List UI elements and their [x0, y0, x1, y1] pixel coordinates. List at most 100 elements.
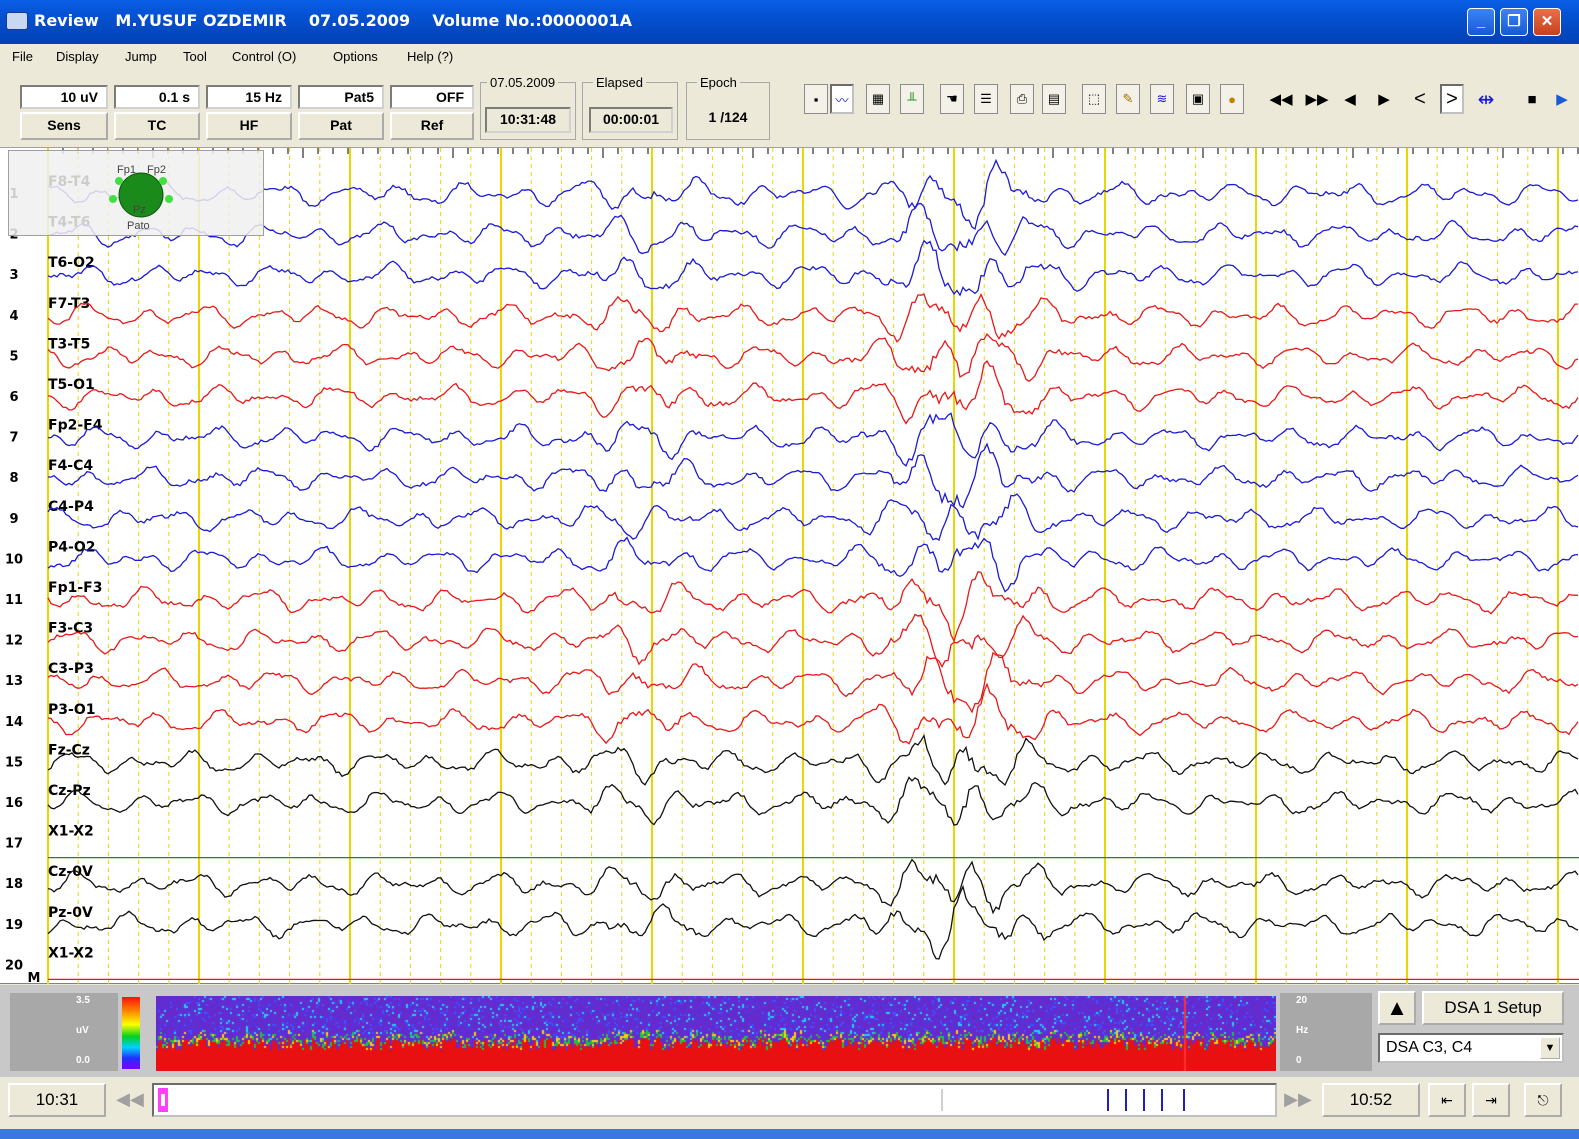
channel-label[interactable]: X1-X2 — [48, 824, 94, 840]
menu-help[interactable]: Help (?) — [407, 49, 453, 64]
spectrum-icon[interactable]: ╨ — [900, 84, 924, 114]
page-back-button[interactable]: < — [1408, 84, 1432, 114]
dsa-panel: 3.5 uV 0.0 20 Hz 0 ▲ DSA 1 Setup DSA C3,… — [0, 985, 1579, 1077]
page-forward-button[interactable]: > — [1440, 84, 1464, 114]
stop-button[interactable]: ■ — [1520, 84, 1544, 114]
marker-row-label: M — [28, 971, 41, 984]
ref-button[interactable]: Ref — [390, 112, 474, 140]
electrode-head-map[interactable]: Fp1 Fp2 Pz Pato — [8, 150, 264, 236]
eeg-traces-svg: 1F8-T42T4-T63T6-O24F7-T35T3-T56T5-O17Fp2… — [5, 148, 1579, 984]
channel-number: 9 — [9, 512, 18, 527]
dsa-setup-button[interactable]: DSA 1 Setup — [1422, 991, 1564, 1025]
electrode-dot — [165, 195, 173, 203]
chevron-down-icon[interactable]: ▼ — [1540, 1037, 1560, 1059]
channel-label[interactable]: X1-X2 — [48, 945, 94, 961]
fast-forward-button[interactable]: ▶▶ — [1300, 84, 1334, 114]
pat-button[interactable]: Pat — [298, 112, 384, 140]
channel-label[interactable]: Cz-Pz — [48, 783, 91, 799]
eeg-trace — [47, 158, 1579, 231]
channel-label[interactable]: P4-O2 — [48, 539, 95, 555]
step-forward-button[interactable]: ▶ — [1372, 84, 1396, 114]
channel-label[interactable]: P3-O1 — [48, 702, 95, 718]
dsa-collapse-button[interactable]: ▲ — [1378, 991, 1416, 1025]
hf-button[interactable]: HF — [206, 112, 292, 140]
tc-button[interactable]: TC — [114, 112, 200, 140]
channel-label[interactable]: T3-T5 — [48, 336, 90, 352]
channel-number: 10 — [5, 552, 23, 567]
maximize-button[interactable]: ❐ — [1500, 8, 1528, 36]
sens-button[interactable]: Sens — [20, 112, 108, 140]
channel-label[interactable]: Pz-0V — [48, 905, 93, 921]
channel-label[interactable]: T5-O1 — [48, 377, 95, 393]
timeline-scrollbar[interactable] — [152, 1083, 1277, 1117]
step-back-button[interactable]: ◀ — [1338, 84, 1362, 114]
menu-jump[interactable]: Jump — [125, 49, 157, 64]
pen-mark-icon[interactable]: ✎ — [1116, 84, 1140, 114]
print-icon[interactable]: ⎙ — [1010, 84, 1034, 114]
tc-value[interactable]: 0.1 s — [114, 85, 200, 109]
prev-segment-button[interactable]: ◀◀ — [112, 1083, 148, 1117]
title-bar: Review M.YUSUF OZDEMIR 07.05.2009 Volume… — [0, 0, 1579, 44]
select-region-icon[interactable]: ⬚ — [1082, 84, 1106, 114]
hand-pointer-icon[interactable]: ☚ — [940, 84, 964, 114]
channel-label[interactable]: C4-P4 — [48, 499, 94, 515]
channel-number: 4 — [9, 309, 18, 324]
taskbar-edge — [0, 1129, 1579, 1139]
menu-tool[interactable]: Tool — [183, 49, 207, 64]
report-icon[interactable]: ▣ — [1186, 84, 1210, 114]
menu-options[interactable]: Options — [333, 49, 378, 64]
channel-label[interactable]: Fp1-F3 — [48, 580, 102, 596]
epoch-group: Epoch 1 /124 — [686, 75, 770, 140]
channel-label[interactable]: Fz-Cz — [48, 742, 90, 758]
exit-review-icon[interactable]: ⎋ — [1524, 1083, 1562, 1117]
go-to-end-icon[interactable]: ⇥ — [1472, 1083, 1510, 1117]
channel-number: 6 — [9, 390, 18, 405]
menu-display[interactable]: Display — [56, 49, 99, 64]
rewind-button[interactable]: ◀◀ — [1264, 84, 1298, 114]
head-label-fp1: Fp1 — [117, 164, 136, 176]
pat-value[interactable]: Pat5 — [298, 85, 384, 109]
channel-number: 20 — [5, 958, 23, 973]
eeg-trace — [47, 333, 1579, 383]
dsa-hz-bottom: 0 — [1296, 1055, 1302, 1066]
channel-number: 5 — [9, 349, 18, 364]
epoch-label: Epoch — [697, 75, 740, 90]
close-button[interactable]: ✕ — [1533, 8, 1561, 36]
channel-number: 18 — [5, 877, 23, 892]
channel-number: 13 — [5, 674, 23, 689]
play-button[interactable]: ▶ — [1552, 84, 1572, 114]
eeg-trace-area[interactable]: 1F8-T42T4-T63T6-O24F7-T35T3-T56T5-O17Fp2… — [0, 148, 1579, 984]
dsa-spectrogram[interactable] — [156, 996, 1276, 1071]
next-segment-button[interactable]: ▶▶ — [1280, 1083, 1316, 1117]
start-time-button[interactable]: 10:31 — [8, 1083, 106, 1117]
export-icon[interactable]: ▤ — [1042, 84, 1066, 114]
dsa-channel-value: DSA C3, C4 — [1386, 1039, 1473, 1056]
waveform-icon[interactable]: 〰 — [830, 84, 854, 114]
channel-number: 3 — [9, 268, 18, 283]
filter-wave-icon[interactable]: ≋ — [1150, 84, 1174, 114]
electrode-dot — [115, 177, 123, 185]
menu-file[interactable]: File — [12, 49, 33, 64]
dsa-hz-top: 20 — [1296, 995, 1308, 1006]
ref-value[interactable]: OFF — [390, 85, 474, 109]
end-time-button[interactable]: 10:52 — [1322, 1083, 1420, 1117]
menu-control[interactable]: Control (O) — [232, 49, 296, 64]
date-label: 07.05.2009 — [487, 75, 559, 90]
clock-time: 10:31:48 — [485, 107, 571, 133]
sens-value[interactable]: 10 uV — [20, 85, 108, 109]
cursor-marker-button[interactable]: ⇹ — [1474, 84, 1498, 114]
head-label-pato: Pato — [127, 220, 150, 232]
minimize-button[interactable]: _ — [1467, 8, 1495, 36]
dsa-channel-select[interactable]: DSA C3, C4 ▼ — [1378, 1033, 1564, 1063]
patient-info-icon[interactable]: ☰ — [974, 84, 998, 114]
channel-label[interactable]: Fp2-F4 — [48, 418, 103, 434]
montage-grid-icon[interactable]: ▦ — [866, 84, 890, 114]
channel-label[interactable]: C3-P3 — [48, 661, 94, 677]
eeg-trace — [47, 571, 1579, 643]
brain-map-icon[interactable]: ● — [1220, 84, 1244, 114]
go-to-start-icon[interactable]: ⇤ — [1428, 1083, 1466, 1117]
dsa-scale-bottom: 0.0 — [76, 1055, 90, 1066]
save-icon[interactable]: ▪ — [804, 84, 828, 114]
hf-value[interactable]: 15 Hz — [206, 85, 292, 109]
channel-label[interactable]: T6-O2 — [48, 255, 95, 271]
